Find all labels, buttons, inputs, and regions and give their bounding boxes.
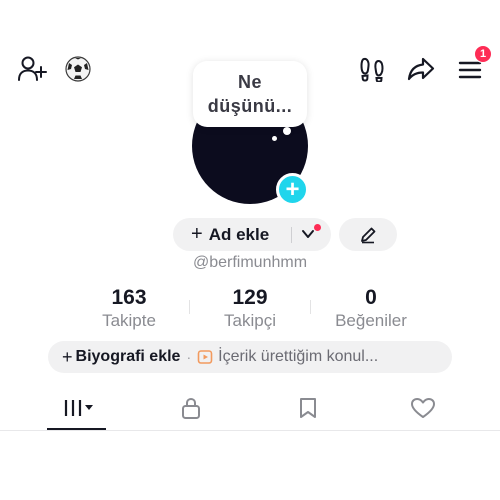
bookmark-icon: [300, 398, 316, 418]
share-arrow-icon: [407, 57, 435, 81]
stat-followers[interactable]: 129 Takipçi: [200, 286, 300, 332]
tab-divider: [0, 430, 500, 431]
plus-icon: +: [62, 346, 73, 367]
add-name-button[interactable]: + Ad ekle: [173, 218, 331, 251]
bubble-text-line2: düşünü...: [207, 96, 293, 116]
stat-value: 129: [232, 286, 268, 309]
add-bio-label[interactable]: Biyografi ekle: [76, 348, 181, 366]
stat-divider: [310, 300, 311, 314]
play-icon: [197, 350, 213, 364]
add-avatar-button[interactable]: +: [276, 173, 309, 206]
stat-following[interactable]: 163 Takipte: [79, 286, 179, 332]
stat-value: 163: [111, 286, 147, 309]
pencil-icon: [361, 227, 376, 243]
pill-divider: [291, 227, 292, 243]
edit-profile-button[interactable]: [339, 218, 397, 251]
add-friend-button[interactable]: [14, 52, 50, 86]
creator-topics-link[interactable]: İçerik ürettiğim konul...: [218, 348, 378, 366]
chevron-down-icon: [302, 230, 314, 238]
plus-icon: +: [191, 223, 203, 245]
bubble-tail-large: [283, 127, 291, 135]
stat-label: Beğeniler: [335, 311, 407, 330]
tab-liked[interactable]: [393, 392, 453, 424]
soccer-ball-icon: [65, 56, 91, 82]
tab-private[interactable]: [161, 392, 221, 424]
stat-value: 0: [365, 286, 377, 309]
bio-separator: ·: [186, 349, 192, 365]
add-name-label: Ad ekle: [208, 224, 270, 244]
stat-likes[interactable]: 0 Beğeniler: [321, 286, 421, 332]
heart-icon: [411, 398, 435, 418]
username: @berfimunhmm: [192, 254, 308, 271]
tab-saved[interactable]: [278, 392, 338, 424]
tab-videos[interactable]: [47, 392, 107, 424]
status-note-bubble[interactable]: Ne düşünü...: [193, 61, 307, 127]
stat-label: Takipte: [102, 311, 156, 330]
stat-label: Takipçi: [224, 311, 276, 330]
bio-bar[interactable]: + Biyografi ekle · İçerik ürettiğim konu…: [48, 341, 452, 373]
share-profile-button[interactable]: [403, 53, 439, 85]
bubble-text-line1: Ne: [237, 72, 262, 92]
person-plus-icon: [18, 56, 47, 81]
lock-icon: [182, 397, 200, 419]
grid-bars-icon: [64, 400, 93, 416]
notification-badge: 1: [474, 45, 492, 63]
stat-divider: [189, 300, 190, 314]
bubble-tail-small: [272, 136, 277, 141]
new-indicator-dot: [314, 224, 321, 231]
status-emoji-button[interactable]: [62, 54, 94, 84]
footprints-icon: [360, 57, 384, 82]
profile-views-button[interactable]: [355, 53, 389, 85]
